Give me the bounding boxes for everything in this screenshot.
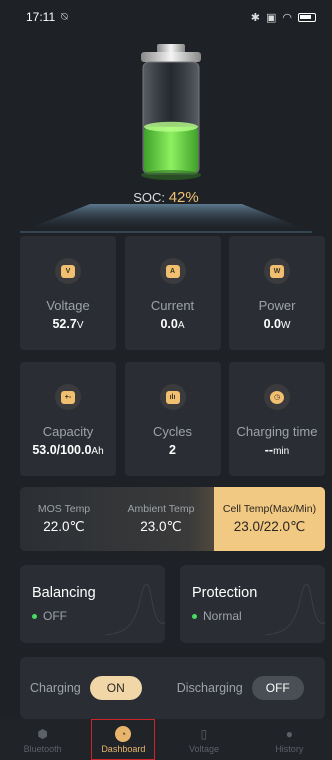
cycles-chart-icon: ılı: [159, 384, 186, 410]
metric-charging-time: ◷ Charging time --min: [229, 362, 325, 476]
metric-capacity: +- Capacity 53.0/100.0Ah: [20, 362, 116, 476]
status-time: 17:11: [26, 10, 56, 24]
metric-label: Current: [150, 298, 195, 313]
battery-graphic: [141, 44, 201, 180]
battery-icon: [298, 12, 316, 22]
battery-capacity-icon: +-: [55, 384, 81, 410]
metrics-row-2: +- Capacity 53.0/100.0Ah ılı Cycles 2 ◷ …: [20, 362, 325, 476]
metric-value: 0.0W: [263, 317, 291, 331]
alarm-off-icon: ⍉: [61, 10, 68, 23]
metric-current: A Current 0.0A: [124, 236, 221, 350]
metric-value: --min: [264, 443, 290, 457]
metric-value: 0.0A: [160, 317, 185, 331]
charge-control-bar: Charging ON Discharging OFF: [20, 657, 325, 719]
nav-label: Bluetooth: [23, 743, 62, 754]
discharging-label: Discharging: [176, 681, 243, 695]
nav-history[interactable]: ● History: [247, 719, 332, 760]
voltage-meter-icon: V: [55, 258, 81, 284]
mos-temp: MOS Temp 22.0℃: [20, 487, 108, 551]
charging-toggle[interactable]: ON: [89, 676, 142, 700]
discharging-toggle[interactable]: OFF: [251, 676, 304, 700]
wave-decoration: [265, 583, 325, 636]
status-dot: [32, 613, 37, 619]
nav-bluetooth[interactable]: ⬢ Bluetooth: [0, 719, 85, 760]
dashboard-icon: ◔: [115, 725, 132, 742]
temp-label: Cell Temp(Max/Min): [222, 503, 317, 515]
metric-label: Charging time: [236, 424, 318, 439]
wave-decoration: [105, 583, 165, 636]
temperature-bar: MOS Temp 22.0℃ Ambient Temp 23.0℃ Cell T…: [20, 487, 325, 551]
metric-value: 2: [169, 443, 176, 457]
temp-value: 23.0/22.0℃: [233, 519, 306, 534]
protection-card[interactable]: Protection Normal: [180, 565, 325, 643]
metric-label: Voltage: [46, 298, 90, 313]
metric-value: 53.0/100.0Ah: [32, 443, 104, 457]
balancing-card[interactable]: Balancing OFF: [20, 565, 165, 643]
battery-fill: [144, 126, 198, 173]
battery-voltage-icon: ▯: [200, 726, 208, 741]
status-bar: 17:11 ⍉ ✱ ▣ ◠: [0, 0, 332, 34]
nav-label: Dashboard: [101, 743, 146, 754]
metric-label: Capacity: [42, 424, 94, 439]
ambient-temp: Ambient Temp 23.0℃: [108, 487, 214, 551]
user-history-icon: ●: [285, 726, 293, 741]
temp-value: 23.0℃: [140, 519, 182, 534]
temp-value: 22.0℃: [43, 519, 85, 534]
metric-label: Power: [258, 298, 296, 313]
soc-label: SOC:: [133, 190, 166, 205]
bluetooth-icon: ✱: [250, 11, 260, 24]
bluetooth-shield-icon: ⬢: [37, 726, 48, 741]
metrics-row-1: V Voltage 52.7V A Current 0.0A W Power 0…: [20, 236, 325, 350]
metric-value: 52.7V: [52, 317, 84, 331]
current-meter-icon: A: [159, 258, 186, 284]
nav-dashboard[interactable]: ◔ Dashboard: [91, 719, 156, 760]
temp-label: MOS Temp: [37, 503, 91, 515]
metric-cycles: ılı Cycles 2: [124, 362, 221, 476]
cell-temp: Cell Temp(Max/Min) 23.0/22.0℃: [214, 487, 325, 551]
nav-label: History: [275, 743, 304, 754]
soc-readout: SOC: 42%: [0, 189, 332, 206]
nav-label: Voltage: [188, 743, 219, 754]
metric-label: Cycles: [152, 424, 192, 439]
status-dot: [192, 613, 197, 619]
metric-voltage: V Voltage 52.7V: [20, 236, 116, 350]
power-meter-icon: W: [264, 258, 290, 284]
sim-icon: ▣: [265, 11, 277, 24]
wifi-icon: ◠: [282, 11, 292, 24]
temp-label: Ambient Temp: [127, 503, 195, 515]
bottom-nav: ⬢ Bluetooth ◔ Dashboard ▯ Voltage ● Hist…: [0, 719, 332, 760]
soc-value: 42%: [168, 189, 199, 206]
nav-voltage[interactable]: ▯ Voltage: [161, 719, 246, 760]
battery-hero: SOC: 42%: [0, 34, 332, 233]
clock-icon: ◷: [264, 384, 290, 410]
metric-power: W Power 0.0W: [229, 236, 325, 350]
charging-label: Charging: [30, 681, 81, 695]
